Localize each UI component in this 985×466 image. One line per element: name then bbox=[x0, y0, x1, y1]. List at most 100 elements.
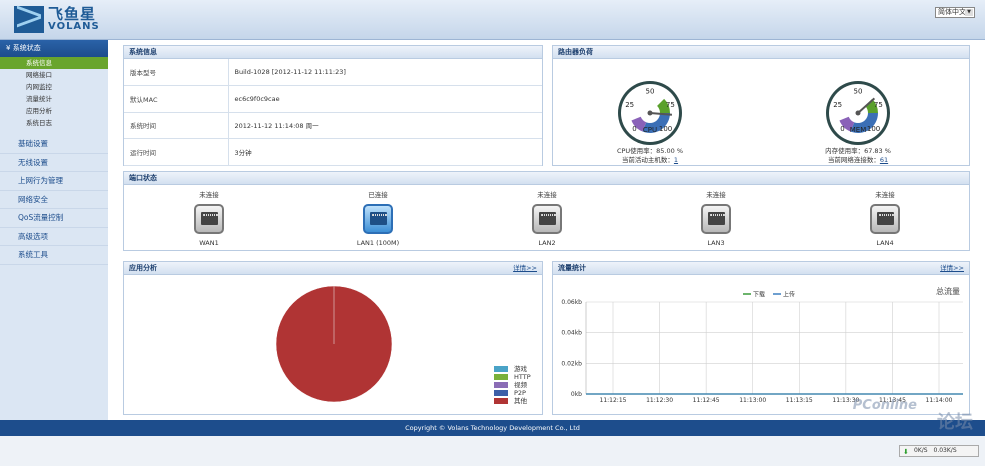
traffic-legend-label: 上传 bbox=[783, 291, 795, 299]
info-row: 版本型号 Build-1028 [2012-11-12 11:11:23] bbox=[124, 59, 542, 86]
logo-en: VOLANS bbox=[48, 21, 100, 32]
mem-gauge-tick-label: 100 bbox=[867, 125, 880, 133]
port-status-panel: 端口状态 未连接 WAN1 已连接 LAN1 (100M) 未连接 LAN2 未连接 LAN3… bbox=[123, 171, 970, 251]
pie-legend-item: P2P bbox=[494, 389, 526, 397]
sidebar-menu-item[interactable]: 系统工具 bbox=[0, 246, 108, 265]
sidebar-section-system-status[interactable]: ¥ 系统状态 bbox=[0, 40, 108, 57]
cpu-gauge-pivot bbox=[647, 110, 653, 116]
connections-link[interactable]: 61 bbox=[880, 156, 888, 164]
port-status-title: 端口状态 bbox=[124, 172, 969, 185]
traffic-y-tick: 0kb bbox=[571, 391, 582, 398]
pconline-watermark: PConline bbox=[852, 398, 917, 413]
legend-swatch bbox=[494, 366, 508, 372]
info-value: 2012-11-12 11:14:08 周一 bbox=[228, 112, 542, 139]
system-info-title: 系统信息 bbox=[124, 46, 542, 59]
volans-logo[interactable]: 飞鱼星 VOLANS bbox=[14, 6, 100, 33]
ethernet-port-icon[interactable] bbox=[363, 204, 393, 234]
traffic-y-tick: 0.06kb bbox=[561, 299, 582, 306]
footer: Copyright © Volans Technology Developmen… bbox=[0, 420, 985, 436]
mem-usage-text: 内存使用率：67.83 % bbox=[825, 147, 891, 155]
page-bottom bbox=[0, 436, 985, 466]
mem-gauge-tick-label: 25 bbox=[833, 101, 842, 109]
legend-swatch bbox=[494, 398, 508, 404]
sidebar-menu-item[interactable]: 高级选项 bbox=[0, 228, 108, 246]
app-analysis-title-text: 应用分析 bbox=[129, 264, 157, 272]
app-analysis-more-link[interactable]: 详情>> bbox=[513, 262, 537, 275]
app-analysis-panel: 应用分析 详情>> 游戏 HTTP 视频 P2P 其他 bbox=[123, 261, 543, 415]
pie-legend-item: HTTP bbox=[494, 373, 531, 381]
system-info-panel: 系统信息 版本型号 Build-1028 [2012-11-12 11:11:23… bbox=[123, 45, 543, 166]
info-value: Build-1028 [2012-11-12 11:11:23] bbox=[228, 59, 542, 86]
info-value: ec6c9f0c9cae bbox=[228, 85, 542, 113]
sidebar-sub-item[interactable]: 内网监控 bbox=[0, 81, 108, 93]
port-status: 未连接 bbox=[875, 191, 895, 199]
traffic-legend-label: 下载 bbox=[753, 291, 765, 299]
ethernet-port-icon[interactable] bbox=[532, 204, 562, 234]
info-row: 系统时间 2012-11-12 11:14:08 周一 bbox=[124, 112, 542, 139]
port-3[interactable]: 未连接 LAN3 bbox=[676, 189, 756, 247]
legend-swatch bbox=[494, 382, 508, 388]
traffic-total-label: 总流量 bbox=[936, 286, 960, 296]
speed-tray[interactable]: ⬇ 0K/S 0.03K/S bbox=[899, 445, 979, 457]
traffic-x-tick: 11:14:00 bbox=[926, 397, 953, 404]
app-pie-chart bbox=[275, 285, 393, 403]
port-4[interactable]: 未连接 LAN4 bbox=[845, 189, 925, 247]
pie-legend-item: 游戏 bbox=[494, 365, 527, 373]
traffic-title: 流量统计 详情>> bbox=[553, 262, 969, 275]
mem-caption: 内存使用率：67.83 % 当前网络连接数：61 bbox=[783, 147, 933, 165]
pie-legend-item: 视频 bbox=[494, 381, 527, 389]
sidebar-sub-item[interactable]: 流量统计 bbox=[0, 93, 108, 105]
traffic-y-tick: 0.02kb bbox=[561, 360, 582, 367]
cpu-gauge: 0 25 50 75 100CPU bbox=[618, 81, 682, 145]
router-load-title: 路由器负荷 bbox=[553, 46, 969, 59]
sidebar-sub-item[interactable]: 应用分析 bbox=[0, 105, 108, 117]
mem-gauge: 0 25 50 75 100MEM bbox=[826, 81, 890, 145]
sidebar-menu-item[interactable]: 无线设置 bbox=[0, 154, 108, 172]
mem-gauge-tick-label: 75 bbox=[874, 101, 883, 109]
mem-gauge-tick-label: 50 bbox=[854, 88, 863, 96]
sidebar-section-label: 系统状态 bbox=[12, 44, 41, 52]
legend-label: 其他 bbox=[514, 397, 527, 405]
sidebar-menu-item[interactable]: 基础设置 bbox=[0, 135, 108, 154]
system-info-table: 版本型号 Build-1028 [2012-11-12 11:11:23] 默认MA… bbox=[124, 59, 542, 166]
traffic-more-link[interactable]: 详情>> bbox=[940, 262, 964, 275]
traffic-x-tick: 11:13:00 bbox=[739, 397, 766, 404]
logo-cn: 飞鱼星 bbox=[48, 5, 97, 23]
collapse-icon: ¥ bbox=[6, 44, 11, 52]
info-row: 默认MAC ec6c9f0c9cae bbox=[124, 85, 542, 113]
legend-label: HTTP bbox=[514, 373, 531, 381]
legend-label: 游戏 bbox=[514, 365, 527, 373]
sidebar-sub-item[interactable]: 系统日志 bbox=[0, 117, 108, 129]
connections-label: 当前网络连接数： bbox=[827, 156, 880, 164]
chevron-down-icon[interactable]: ▼ bbox=[965, 9, 973, 16]
active-hosts-link[interactable]: 1 bbox=[674, 156, 678, 164]
cpu-gauge-tick-label: 100 bbox=[659, 125, 672, 133]
info-value: 3分钟 bbox=[228, 138, 542, 166]
cpu-caption: CPU使用率：85.00 % 当前活动主机数：1 bbox=[575, 147, 725, 165]
sidebar-menu-item[interactable]: 网络安全 bbox=[0, 191, 108, 209]
cpu-gauge-label: CPU bbox=[643, 126, 657, 134]
port-name: LAN2 bbox=[538, 239, 556, 247]
ethernet-port-icon[interactable] bbox=[194, 204, 224, 234]
logo-mark-icon bbox=[14, 6, 44, 33]
sidebar-menu-item[interactable]: QoS流量控制 bbox=[0, 209, 108, 228]
traffic-y-tick: 0.04kb bbox=[561, 330, 582, 337]
sidebar-sub-item[interactable]: 系统信息 bbox=[0, 57, 108, 69]
port-name: LAN3 bbox=[707, 239, 725, 247]
traffic-x-tick: 11:12:30 bbox=[646, 397, 673, 404]
pie-legend-item: 其他 bbox=[494, 397, 527, 405]
port-name: LAN1 (100M) bbox=[356, 239, 400, 247]
port-2[interactable]: 未连接 LAN2 bbox=[507, 189, 587, 247]
mem-gauge-pivot bbox=[855, 110, 861, 116]
traffic-x-tick: 11:12:15 bbox=[600, 397, 627, 404]
language-select[interactable]: 简体中文 ▼ bbox=[935, 7, 975, 18]
ethernet-port-icon[interactable] bbox=[870, 204, 900, 234]
port-status: 已连接 bbox=[368, 191, 388, 199]
cpu-usage-text: CPU使用率：85.00 % bbox=[616, 147, 684, 155]
ethernet-port-icon[interactable] bbox=[701, 204, 731, 234]
download-arrow-icon: ⬇ bbox=[903, 448, 909, 456]
port-1[interactable]: 已连接 LAN1 (100M) bbox=[338, 189, 418, 247]
sidebar-sub-item[interactable]: 网络接口 bbox=[0, 69, 108, 81]
sidebar-menu-item[interactable]: 上网行为管理 bbox=[0, 172, 108, 191]
port-0[interactable]: 未连接 WAN1 bbox=[169, 189, 249, 247]
